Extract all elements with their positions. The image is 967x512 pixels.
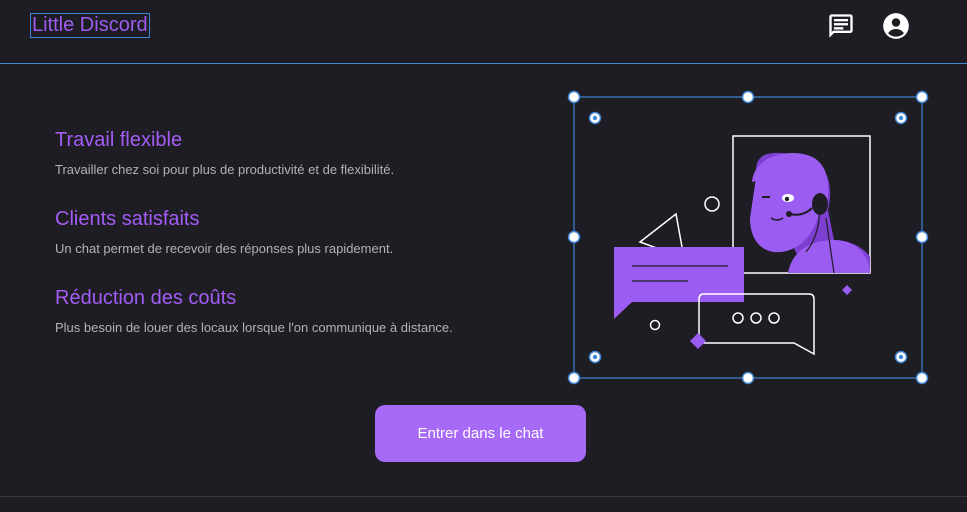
chat-icon[interactable] [827,12,855,40]
feature-satisfied-clients: Clients satisfaits Un chat permet de rec… [55,207,393,257]
feature-flexible-work: Travail flexible Travailler chez soi pou… [55,128,394,178]
feature-description: Un chat permet de recevoir des réponses … [55,241,394,256]
chat-illustration-selected[interactable] [566,90,930,386]
feature-cost-reduction: Réduction des coûts Plus besoin de louer… [55,286,453,336]
enter-chat-button[interactable]: Entrer dans le chat [375,405,586,462]
footer-divider [0,496,967,497]
illustration-art [614,135,871,356]
feature-title: Réduction des coûts [55,287,237,309]
feature-title: Clients satisfaits [55,208,200,230]
feature-description: Travailler chez soi pour plus de product… [55,162,395,177]
app-header: Little Discord [0,0,967,64]
account-circle-icon[interactable] [882,12,910,40]
feature-description: Plus besoin de louer des locaux lorsque … [55,320,453,335]
feature-title: Travail flexible [55,129,183,151]
app-logo-title[interactable]: Little Discord [30,13,150,38]
